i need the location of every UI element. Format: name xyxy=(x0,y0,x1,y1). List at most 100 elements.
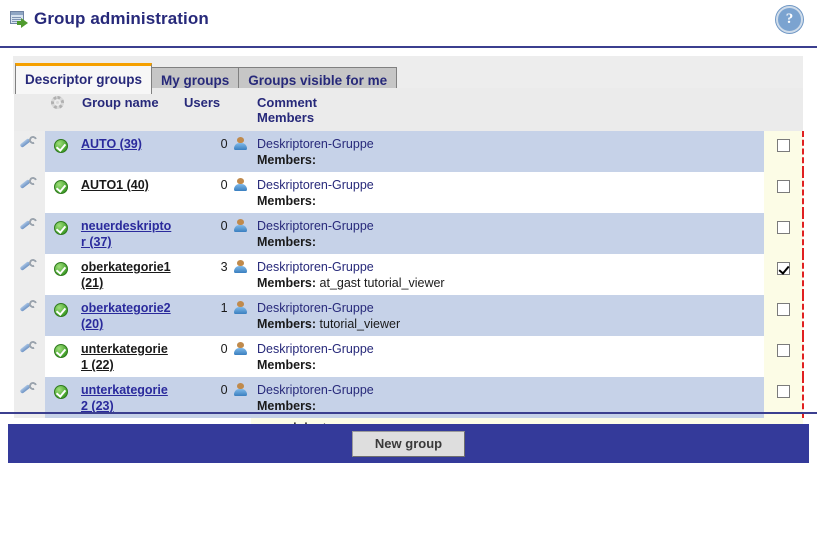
user-icon xyxy=(234,137,247,150)
column-header-comment-members: Comment Members xyxy=(251,88,764,131)
wrench-icon[interactable] xyxy=(19,216,39,232)
page-header: Group administration ? xyxy=(0,0,817,46)
row-comment-cell: Deskriptoren-Gruppe Members: xyxy=(251,336,764,377)
row-select-cell[interactable] xyxy=(764,172,804,213)
user-icon xyxy=(234,260,247,273)
table-row: AUTO (39) 0 Deskriptoren-Gruppe Members: xyxy=(14,131,804,172)
group-name-link[interactable]: oberkategorie1 (21) xyxy=(81,260,171,290)
row-edit-cell[interactable] xyxy=(14,254,45,295)
row-comment-cell: Deskriptoren-Gruppe Members: tutorial_vi… xyxy=(251,295,764,336)
table-row: oberkategorie2 (20) 1 Deskriptoren-Grupp… xyxy=(14,295,804,336)
members-value: tutorial_viewer xyxy=(319,317,401,331)
table-row: oberkategorie1 (21) 3 Deskriptoren-Grupp… xyxy=(14,254,804,295)
group-name-link[interactable]: unterkategorie2 (23) xyxy=(81,383,168,413)
gear-icon[interactable] xyxy=(51,96,64,109)
row-users-cell: 0 xyxy=(178,336,251,377)
row-select-cell[interactable] xyxy=(764,213,804,254)
table-row: AUTO1 (40) 0 Deskriptoren-Gruppe Members… xyxy=(14,172,804,213)
green-check-icon xyxy=(53,180,68,194)
row-comment-cell: Deskriptoren-Gruppe Members: xyxy=(251,172,764,213)
members-line: Members: at_gast tutorial_viewer xyxy=(257,275,758,291)
title-block: Group administration xyxy=(10,9,209,29)
group-name-link[interactable]: AUTO (39) xyxy=(81,137,142,151)
green-check-icon xyxy=(53,344,68,358)
group-name-link[interactable]: AUTO1 (40) xyxy=(81,178,149,192)
tab-descriptor-groups[interactable]: Descriptor groups xyxy=(15,63,153,94)
column-header-group-name[interactable]: Group name xyxy=(76,88,178,131)
new-group-button[interactable]: New group xyxy=(351,430,466,457)
members-line: Members: xyxy=(257,357,758,373)
row-select-checkbox[interactable] xyxy=(776,262,790,275)
members-label: Members: xyxy=(257,276,317,290)
column-header-users[interactable]: Users xyxy=(178,88,251,131)
row-group-name-cell: AUTO1 (40) xyxy=(76,172,178,213)
members-label: Members: xyxy=(257,317,317,331)
comment-text: Deskriptoren-Gruppe xyxy=(257,219,374,233)
user-count: 0 xyxy=(220,383,228,397)
row-edit-cell[interactable] xyxy=(14,295,45,336)
user-icon xyxy=(234,178,247,191)
comment-text: Deskriptoren-Gruppe xyxy=(257,301,374,315)
row-group-name-cell: neuerdeskriptor (37) xyxy=(76,213,178,254)
group-name-link[interactable]: oberkategorie2 (20) xyxy=(81,301,171,331)
user-count: 0 xyxy=(220,178,228,192)
row-select-checkbox[interactable] xyxy=(776,303,790,316)
row-select-cell[interactable] xyxy=(764,254,804,295)
wrench-icon[interactable] xyxy=(19,134,39,150)
user-count: 3 xyxy=(220,260,228,274)
user-count: 0 xyxy=(220,219,228,233)
wrench-icon[interactable] xyxy=(19,298,39,314)
row-status-cell xyxy=(45,213,76,254)
user-icon xyxy=(234,301,247,314)
window-export-icon xyxy=(10,11,28,28)
group-name-link[interactable]: unterkategorie1 (22) xyxy=(81,342,168,372)
members-label: Members: xyxy=(257,194,317,208)
row-select-checkbox[interactable] xyxy=(776,139,790,152)
comment-text: Deskriptoren-Gruppe xyxy=(257,137,374,151)
members-line: Members: xyxy=(257,193,758,209)
wrench-icon[interactable] xyxy=(19,339,39,355)
user-count: 0 xyxy=(220,342,228,356)
row-status-cell xyxy=(45,336,76,377)
row-select-checkbox[interactable] xyxy=(776,180,790,193)
wrench-icon[interactable] xyxy=(19,175,39,191)
row-select-cell[interactable] xyxy=(764,131,804,172)
column-header-select xyxy=(764,88,803,131)
row-select-cell[interactable] xyxy=(764,336,804,377)
comment-text: Deskriptoren-Gruppe xyxy=(257,383,374,397)
table-header: Group name Users Comment Members xyxy=(14,88,803,131)
green-check-icon xyxy=(53,385,68,399)
row-users-cell: 0 xyxy=(178,213,251,254)
column-header-members: Members xyxy=(257,110,315,125)
user-icon xyxy=(234,342,247,355)
members-value: at_gast tutorial_viewer xyxy=(319,276,445,290)
comment-text: Deskriptoren-Gruppe xyxy=(257,178,374,192)
row-edit-cell[interactable] xyxy=(14,336,45,377)
row-edit-cell[interactable] xyxy=(14,213,45,254)
comment-text: Deskriptoren-Gruppe xyxy=(257,342,374,356)
row-select-checkbox[interactable] xyxy=(776,221,790,234)
help-question-icon[interactable]: ? xyxy=(776,6,803,33)
row-select-checkbox[interactable] xyxy=(776,385,790,398)
table-body: AUTO (39) 0 Deskriptoren-Gruppe Members: xyxy=(14,131,804,439)
row-status-cell xyxy=(45,131,76,172)
table-row: unterkategorie1 (22) 0 Deskriptoren-Grup… xyxy=(14,336,804,377)
row-status-cell xyxy=(45,172,76,213)
wrench-icon[interactable] xyxy=(19,257,39,273)
user-icon xyxy=(234,219,247,232)
members-line: Members: tutorial_viewer xyxy=(257,316,758,332)
green-check-icon xyxy=(53,262,68,276)
user-count: 0 xyxy=(220,137,228,151)
wrench-icon[interactable] xyxy=(19,380,39,396)
row-edit-cell[interactable] xyxy=(14,172,45,213)
members-line: Members: xyxy=(257,152,758,168)
row-select-cell[interactable] xyxy=(764,295,804,336)
column-header-status xyxy=(45,88,76,131)
footer-divider xyxy=(0,412,817,414)
row-comment-cell: Deskriptoren-Gruppe Members: at_gast tut… xyxy=(251,254,764,295)
row-select-checkbox[interactable] xyxy=(776,344,790,357)
green-check-icon xyxy=(53,303,68,317)
group-name-link[interactable]: neuerdeskriptor (37) xyxy=(81,219,171,249)
row-edit-cell[interactable] xyxy=(14,131,45,172)
row-users-cell: 0 xyxy=(178,131,251,172)
